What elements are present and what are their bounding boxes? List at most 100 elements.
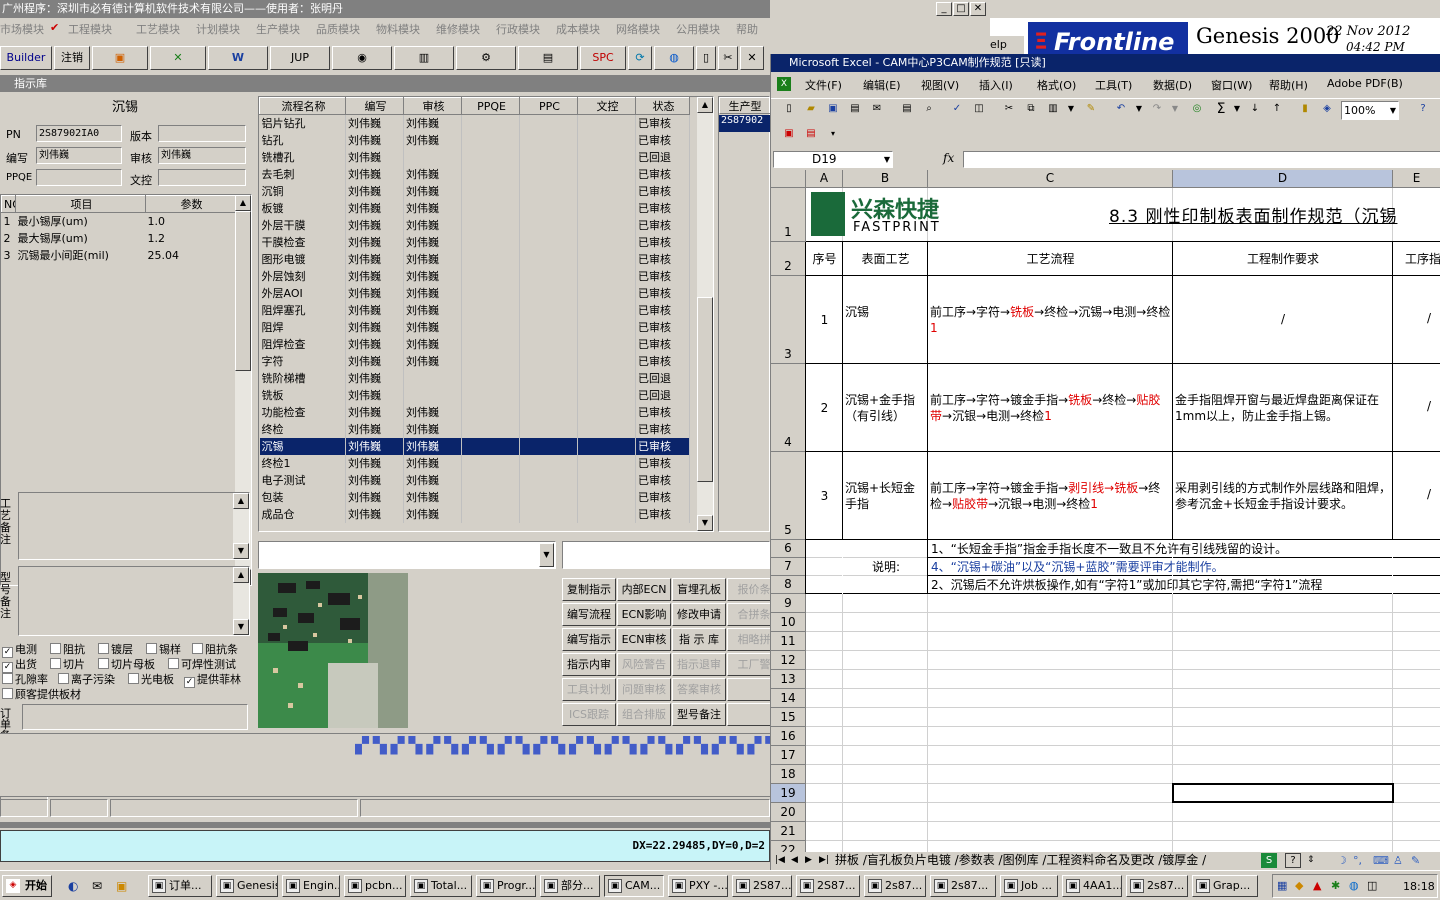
- menu-quality[interactable]: 品质模块: [316, 21, 360, 37]
- chart-wizard-icon[interactable]: ▮: [1295, 99, 1315, 119]
- secondary-field[interactable]: [562, 541, 770, 569]
- menu-admin[interactable]: 行政模块: [496, 21, 540, 37]
- flow-cell[interactable]: 前工序→字符→镀金手指→铣板→终检→贴胶带→沉银→电测→终检1: [930, 392, 1172, 424]
- sheet-nav-last-icon[interactable]: ▶|: [819, 852, 829, 869]
- menu-material[interactable]: 物料模块: [376, 21, 420, 37]
- checkbox-solderability[interactable]: 可焊性测试: [168, 656, 236, 672]
- menu-maintenance[interactable]: 维修模块: [436, 21, 480, 37]
- header-step[interactable]: 工序指: [1393, 242, 1440, 276]
- print-icon[interactable]: ▤: [897, 99, 917, 119]
- sheet-tabs[interactable]: 拼板 /盲孔板负片电镀 /参数表 /图例库 /工程资料命名及更改 /镀厚金 /: [835, 852, 1206, 869]
- taskbar-item[interactable]: ▣ pcbn...: [344, 875, 406, 897]
- row-header[interactable]: 10: [771, 613, 806, 632]
- printer-icon[interactable]: ▤: [518, 46, 578, 70]
- row-header[interactable]: 13: [771, 670, 806, 689]
- row-header[interactable]: 12: [771, 651, 806, 670]
- redo-dropdown-icon[interactable]: ▼: [1165, 99, 1185, 119]
- order-notes-field[interactable]: [22, 704, 248, 730]
- step-cell[interactable]: /: [1427, 399, 1440, 413]
- worksheet[interactable]: A B C D E 1 2 3 4 5 6 7 8 9 10 11 12 13 14 15 16 17 18 19 2…: [771, 170, 1440, 852]
- keyboard-icon[interactable]: ⌨: [1373, 852, 1389, 869]
- menu-help[interactable]: 帮助: [736, 21, 758, 37]
- author-field[interactable]: 刘伟巍: [36, 147, 122, 164]
- checkbox-impedance-strip[interactable]: 阻抗条: [192, 641, 238, 657]
- requirement-cell[interactable]: /: [1175, 311, 1391, 327]
- email-icon[interactable]: ✉: [867, 99, 887, 119]
- ime-s-icon[interactable]: S: [1261, 853, 1277, 868]
- save-icon[interactable]: ▣: [823, 99, 843, 119]
- clock[interactable]: 18:18: [1403, 880, 1435, 893]
- pdf-email-icon[interactable]: ▤: [801, 124, 821, 144]
- header-requirement[interactable]: 工程制作要求: [1173, 242, 1393, 276]
- note-cell[interactable]: 4、“沉锡+碳油”以及“沉锡+蓝胶”需要评审才能制作。: [931, 558, 1440, 576]
- select-all-corner[interactable]: [771, 170, 806, 188]
- action-button[interactable]: 编写流程: [562, 603, 616, 626]
- outlook-icon[interactable]: ✉: [92, 879, 102, 893]
- row-header[interactable]: 6: [771, 540, 806, 558]
- surface-cell[interactable]: 沉锡: [845, 304, 927, 320]
- checkbox-box[interactable]: [2, 688, 13, 699]
- checkbox-plating[interactable]: 镀层: [98, 641, 133, 657]
- ppqe-field[interactable]: [36, 169, 122, 186]
- action-button[interactable]: 指 示 库: [672, 628, 726, 651]
- name-box[interactable]: D19 ▼: [773, 151, 893, 168]
- row-header[interactable]: 21: [771, 822, 806, 841]
- hyperlink-icon[interactable]: ◎: [1187, 99, 1207, 119]
- flow-header-author[interactable]: 编写: [345, 97, 404, 115]
- moon-icon[interactable]: ☽: [1337, 852, 1347, 869]
- action-button[interactable]: 内部ECN: [617, 578, 671, 601]
- seq-cell[interactable]: 1: [806, 276, 843, 364]
- cut-icon[interactable]: ✂: [999, 99, 1019, 119]
- new-icon[interactable]: ▯: [779, 99, 799, 119]
- flow-row[interactable]: 铝片钻孔 刘伟巍 刘伟巍 已审核: [259, 114, 690, 132]
- help-icon[interactable]: ?: [1413, 99, 1433, 119]
- xl-menu-window[interactable]: 窗口(W): [1211, 77, 1252, 93]
- cut-icon[interactable]: ✂: [718, 46, 738, 70]
- model-notes-scrollbar[interactable]: ▲ ▼: [233, 567, 249, 635]
- review-field[interactable]: 刘伟巍: [158, 147, 246, 164]
- scroll-thumb[interactable]: [697, 297, 713, 482]
- surface-cell[interactable]: 沉锡+长短金手指: [845, 480, 927, 512]
- scroll-down-icon[interactable]: ▼: [233, 619, 249, 635]
- checkbox-box[interactable]: [50, 658, 61, 669]
- action-button[interactable]: 编写指示: [562, 628, 616, 651]
- column-header-c[interactable]: C: [928, 170, 1173, 188]
- seq-cell[interactable]: 2: [806, 364, 843, 452]
- action-button[interactable]: 盲埋孔板: [672, 578, 726, 601]
- flow-row[interactable]: 成品仓 刘伟巍 刘伟巍 已审核: [259, 505, 690, 523]
- flow-header-wenkong[interactable]: 文控: [577, 97, 636, 115]
- scroll-up-icon[interactable]: ▲: [697, 97, 713, 113]
- scroll-thumb[interactable]: [235, 211, 251, 371]
- taskbar-item[interactable]: ▣ 2s87...: [930, 875, 996, 897]
- scroll-up-icon[interactable]: ▲: [233, 493, 249, 509]
- database-icon[interactable]: ▥: [394, 46, 454, 70]
- taskbar-item[interactable]: ▣ 2S87...: [732, 875, 792, 897]
- flow-row[interactable]: 沉锡 刘伟巍 刘伟巍 已审核: [259, 437, 690, 455]
- comma-icon[interactable]: °,: [1353, 852, 1362, 869]
- param-row[interactable]: 1 最小锡厚(um) 1.0: [2, 213, 236, 230]
- note-cell[interactable]: 2、沉锡后不允许烘板操作,如有“字符1”或加印其它字符,需把“字符1”流程: [931, 576, 1440, 594]
- permission-icon[interactable]: ▤: [845, 99, 865, 119]
- row-header[interactable]: 11: [771, 632, 806, 651]
- action-button[interactable]: ECN影响: [617, 603, 671, 626]
- action-button[interactable]: 修改申请: [672, 603, 726, 626]
- version-field[interactable]: [158, 125, 246, 142]
- checkbox-box[interactable]: [98, 643, 109, 654]
- taskbar-item[interactable]: ▣ PXY -...: [668, 875, 728, 897]
- action-button[interactable]: 指示内审: [562, 653, 616, 676]
- menu-public[interactable]: 公用模块: [676, 21, 720, 37]
- scroll-up-icon[interactable]: ▲: [233, 567, 249, 583]
- xl-menu-file[interactable]: 文件(F): [805, 77, 842, 93]
- autosum-dropdown-icon[interactable]: ▼: [1227, 99, 1247, 119]
- step-cell[interactable]: /: [1427, 487, 1440, 501]
- flow-row[interactable]: 阻焊 刘伟巍 刘伟巍 已审核: [259, 318, 690, 336]
- row-header[interactable]: 20: [771, 803, 806, 822]
- xl-menu-insert[interactable]: 插入(I): [979, 77, 1013, 93]
- flow-row[interactable]: 功能检查 刘伟巍 刘伟巍 已审核: [259, 403, 690, 421]
- row-header[interactable]: 17: [771, 746, 806, 765]
- step-cell[interactable]: /: [1427, 311, 1440, 325]
- formula-input[interactable]: [963, 151, 1440, 168]
- user-icon[interactable]: ♙: [1393, 852, 1403, 869]
- checkbox-impedance[interactable]: 阻抗: [50, 641, 85, 657]
- copy-icon[interactable]: ⧉: [1021, 99, 1041, 119]
